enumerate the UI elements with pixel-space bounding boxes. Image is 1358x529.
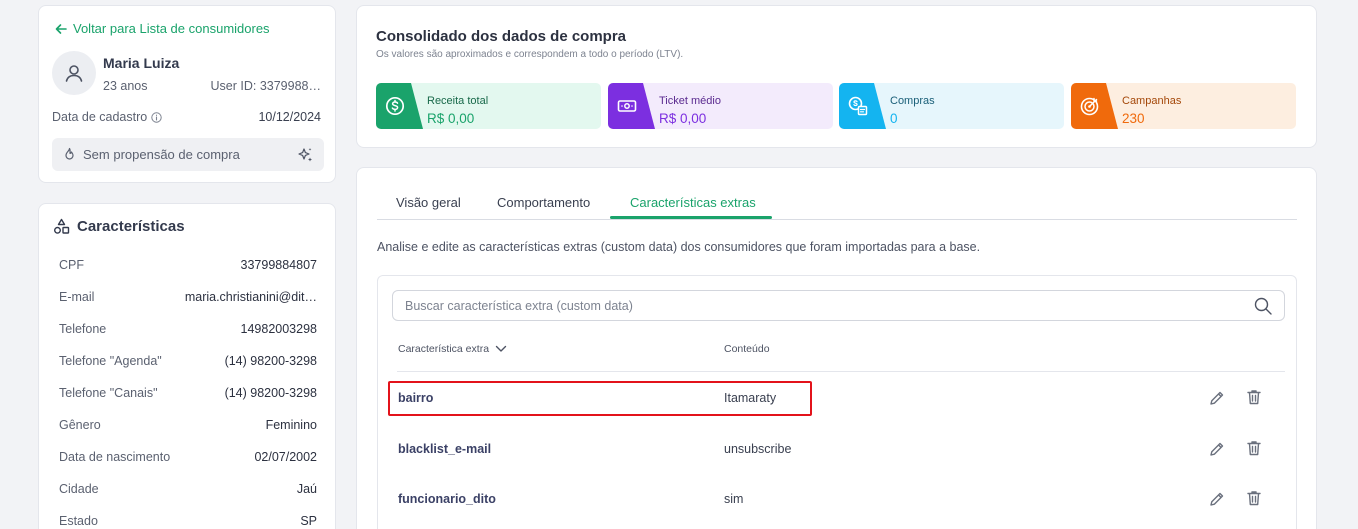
table-row-key: blacklist_e-mail [398,442,492,456]
purchase-propensity-text: Sem propensão de compra [83,147,240,162]
edit-pencil-icon[interactable] [1208,389,1226,407]
characteristic-row: Data de nascimento 02/07/2002 [59,447,317,467]
sparkle-icon[interactable] [296,146,314,164]
column-header-key[interactable]: Característica extra [398,343,507,355]
kpi-purchases: Compras 0 [839,83,1064,129]
registration-date-label-text: Data de cadastro [52,110,148,124]
row-highlight-box [388,381,812,416]
flame-icon [65,147,74,160]
kpi-icon-box [376,83,423,129]
kpi-value: 0 [890,111,898,126]
target-icon [1080,97,1099,116]
characteristic-value: SP [300,514,317,528]
characteristic-row: CPF 33799884807 [59,255,317,275]
characteristic-row: Estado SP [59,511,317,529]
characteristics-title-text: Características [77,218,185,235]
characteristic-value: (14) 98200-3298 [224,354,317,368]
characteristic-label: Telefone [59,322,107,336]
table-header-divider [397,371,1285,372]
back-to-consumers-link[interactable]: Voltar para Lista de consumidores [55,21,270,36]
characteristic-label: Telefone "Agenda" [59,354,162,368]
characteristic-label: CPF [59,258,84,272]
characteristic-row: Telefone "Canais" (14) 98200-3298 [59,383,317,403]
info-icon[interactable] [151,111,162,123]
user-age: 23 anos [103,79,148,93]
characteristic-label: Estado [59,514,98,528]
characteristic-label: Data de nascimento [59,450,171,464]
kpi-icon-box [1071,83,1118,129]
table-row-value: unsubscribe [724,442,792,456]
characteristic-label: E-mail [59,290,95,304]
characteristic-value: 14982003298 [240,322,317,336]
table-row-value: sim [724,492,744,506]
kpi-label: Campanhas [1122,95,1182,107]
extras-description: Analise e edite as características extra… [377,240,981,254]
chevron-down-icon [495,345,507,352]
kpi-average-ticket: Ticket médio R$ 0,00 [608,83,833,129]
edit-pencil-icon[interactable] [1208,440,1226,458]
arrow-left-icon [55,23,67,34]
kpi-icon-box [839,83,886,129]
table-row-key: funcionario_dito [398,492,496,506]
search-box [392,290,1285,321]
summary-subtitle: Os valores são aproximados e corresponde… [376,49,684,60]
profile-card: Voltar para Lista de consumidores Maria … [38,5,336,183]
registration-date-label: Data de cadastro [52,110,162,124]
banknote-icon [617,100,637,112]
active-tab-indicator [610,216,772,219]
consumer-details-card: Visão geral Comportamento Característica… [356,167,1317,529]
registration-date-value: 10/12/2024 [258,110,321,124]
edit-pencil-icon[interactable] [1208,490,1226,508]
characteristics-card: Características CPF 33799884807 E-mail mar… [38,203,336,529]
tab-bar: Visão geral Comportamento Característica… [377,195,1297,220]
user-name: Maria Luiza [103,55,180,71]
characteristic-value: Jaú [296,482,317,496]
characteristic-row: Telefone 14982003298 [59,319,317,339]
characteristic-label: Cidade [59,482,99,496]
characteristic-value: 02/07/2002 [254,450,317,464]
user-id: User ID: 3379988… [210,79,321,93]
shapes-icon [54,218,70,234]
characteristic-label: Gênero [59,418,101,432]
kpi-label: Receita total [427,95,489,107]
kpi-value: 230 [1122,111,1145,126]
kpi-label: Ticket médio [659,95,721,107]
characteristic-label: Telefone "Canais" [59,386,158,400]
search-input[interactable] [405,298,1254,313]
tab-overview[interactable]: Visão geral [396,195,461,220]
user-icon [65,65,83,82]
delete-trash-icon[interactable] [1245,388,1263,406]
summary-title: Consolidado dos dados de compra [376,28,627,45]
characteristic-row: Cidade Jaú [59,479,317,499]
dollar-coin-icon [385,96,405,116]
characteristic-row: E-mail maria.christianini@dit… [59,287,317,307]
purchase-propensity-badge: Sem propensão de compra [52,138,324,171]
kpi-value: R$ 0,00 [427,111,475,126]
kpi-label: Compras [890,95,935,107]
kpi-icon-box [608,83,655,129]
extras-table-panel: Característica extra Conteúdo bairro Ita… [377,275,1297,529]
characteristic-value: (14) 98200-3298 [224,386,317,400]
purchase-summary-card: Consolidado dos dados de compra Os valor… [356,5,1317,148]
column-header-value-label: Conteúdo [724,343,770,355]
kpi-campaigns: Campanhas 230 [1071,83,1296,129]
characteristic-row: Gênero Feminino [59,415,317,435]
search-icon[interactable] [1254,297,1272,315]
characteristic-value: maria.christianini@dit… [184,290,317,304]
back-link-label: Voltar para Lista de consumidores [73,21,270,36]
delete-trash-icon[interactable] [1245,439,1263,457]
delete-trash-icon[interactable] [1245,489,1263,507]
column-header-value: Conteúdo [724,343,770,355]
characteristic-row: Telefone "Agenda" (14) 98200-3298 [59,351,317,371]
coins-receipt-icon [848,96,868,116]
kpi-value: R$ 0,00 [659,111,707,126]
characteristic-value: 33799884807 [240,258,317,272]
column-header-key-label: Característica extra [398,343,490,355]
characteristics-title: Características [53,218,185,235]
kpi-total-revenue: Receita total R$ 0,00 [376,83,601,129]
tab-behavior[interactable]: Comportamento [497,195,590,220]
characteristic-value: Feminino [265,418,317,432]
avatar [52,51,96,95]
